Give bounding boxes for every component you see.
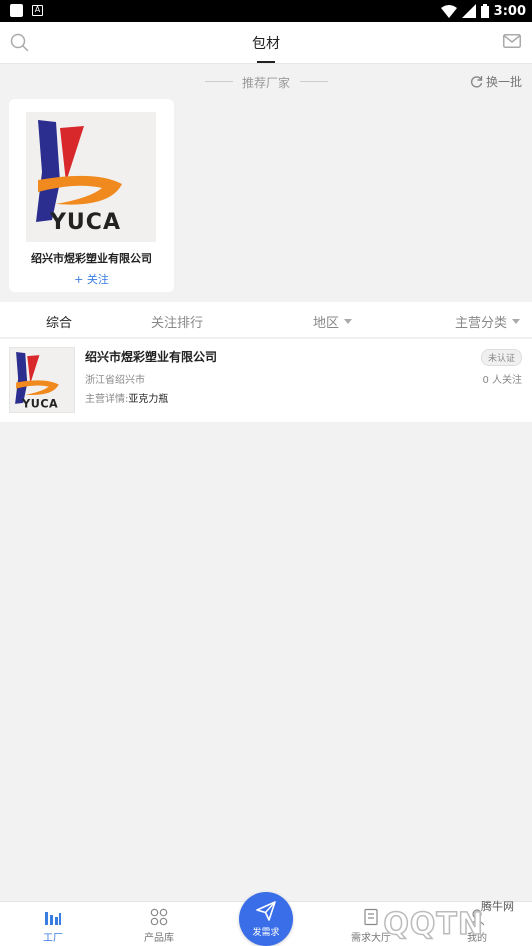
featured-company-card[interactable]: YUCA 绍兴市煜彩塑业有限公司 + 关注: [9, 99, 174, 292]
logo-text: YUCA: [49, 210, 121, 235]
business-value: 亚克力瓶: [128, 394, 169, 405]
battery-icon: [480, 4, 489, 18]
business-label: 主营详情:: [85, 394, 129, 405]
status-bar: A 3:00: [0, 0, 532, 22]
title-underline: [257, 61, 275, 63]
follower-count: 0 人关注: [482, 375, 522, 386]
filter-label: 关注排行: [151, 316, 204, 331]
filter-bar: 综合 关注排行 地区 主营分类: [0, 302, 532, 338]
divider: [300, 81, 328, 82]
refresh-icon: [470, 76, 483, 88]
filter-category[interactable]: 主营分类: [455, 312, 521, 331]
chevron-down-icon: [344, 319, 353, 324]
watermark-brand-en: QQTN: [383, 906, 484, 943]
recommend-title: 推荐厂家: [241, 76, 290, 90]
company-logo: YUCA: [26, 112, 156, 242]
business-details: 主营详情:亚克力瓶: [85, 390, 168, 405]
logo-text: YUCA: [21, 397, 58, 410]
paper-plane-icon: [256, 901, 276, 921]
refresh-label: 换一批: [485, 75, 522, 89]
app-notification-icon: A: [32, 5, 43, 16]
company-logo: YUCA: [9, 347, 75, 413]
watermark: 腾牛网 QQTN: [324, 893, 524, 943]
verification-badge: 未认证: [480, 349, 522, 366]
tab-factory[interactable]: 工厂: [0, 902, 106, 946]
refresh-button[interactable]: 换一批: [470, 73, 522, 90]
watermark-brand-cn: 腾牛网: [481, 900, 514, 913]
filter-label: 综合: [46, 316, 73, 331]
chevron-down-icon: [512, 319, 521, 324]
company-name: 绍兴市煜彩塑业有限公司: [31, 252, 152, 265]
grid-icon: [150, 908, 168, 926]
tab-label: 工厂: [43, 933, 63, 944]
publish-label: 发需求: [252, 928, 280, 938]
recommend-header: 推荐厂家 换一批: [0, 64, 532, 98]
filter-region[interactable]: 地区: [313, 312, 353, 331]
page-title[interactable]: 包材: [0, 33, 532, 53]
list-item[interactable]: YUCA 绍兴市煜彩塑业有限公司 浙江省绍兴市 主营详情:亚克力瓶 未认证 0 …: [0, 339, 532, 422]
wifi-icon: [440, 4, 457, 18]
follow-button[interactable]: + 关注: [9, 271, 174, 287]
signal-icon: [461, 4, 476, 18]
top-header: 包材: [0, 22, 532, 64]
filter-follow-rank[interactable]: 关注排行: [151, 312, 203, 331]
publish-demand-button[interactable]: 发需求: [239, 892, 293, 946]
mail-icon[interactable]: [503, 34, 521, 48]
company-location: 浙江省绍兴市: [85, 375, 145, 386]
tab-label: 产品库: [144, 933, 174, 944]
filter-comprehensive[interactable]: 综合: [46, 312, 72, 331]
company-name: 绍兴市煜彩塑业有限公司: [85, 350, 218, 364]
status-time: 3:00: [493, 3, 526, 19]
factory-icon: [45, 912, 61, 925]
notification-icon: [10, 4, 23, 17]
filter-label: 地区: [313, 316, 340, 331]
tab-products[interactable]: 产品库: [106, 902, 212, 946]
filter-label: 主营分类: [455, 316, 508, 331]
